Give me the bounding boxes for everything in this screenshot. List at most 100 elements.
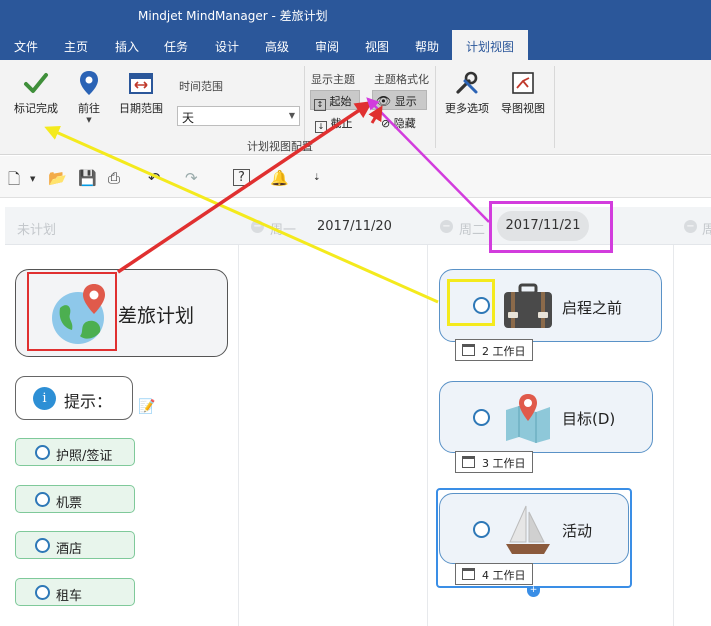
list-item[interactable]: 机票 <box>15 485 135 513</box>
tab-insert[interactable]: 插入 <box>115 38 139 55</box>
tools-icon <box>456 71 478 94</box>
task-label: 目标(D) <box>562 410 616 428</box>
task-topic[interactable]: 目标(D) <box>439 381 653 453</box>
bell-icon[interactable]: 🔔 <box>270 169 289 187</box>
save-icon[interactable]: 💾 <box>78 169 97 187</box>
hide-button[interactable]: ⊘ 隐藏 <box>378 113 428 133</box>
truncate-label: 截止 <box>330 117 353 130</box>
duration-label: 4 工作日 <box>482 569 526 582</box>
truncate-icon: ↓ <box>315 121 327 133</box>
tab-advanced[interactable]: 高级 <box>265 38 289 55</box>
tab-plan-view[interactable]: 计划视图 <box>452 30 529 60</box>
show-topics-label: 显示主题 <box>311 73 355 86</box>
go-to-label: 前往 <box>78 102 100 115</box>
tab-file[interactable]: 文件 <box>14 38 38 55</box>
tab-task[interactable]: 任务 <box>164 38 188 55</box>
start-button[interactable]: ↕ 起始 <box>310 90 360 111</box>
hint-topic[interactable]: i 提示： <box>15 376 133 420</box>
list-item[interactable]: 租车 <box>15 578 135 606</box>
tab-home[interactable]: 主页 <box>64 38 88 55</box>
print-icon[interactable]: ⎙ <box>108 169 120 187</box>
window-title: Mindjet MindManager - 差旅计划 <box>138 9 328 23</box>
tab-design[interactable]: 设计 <box>215 38 239 55</box>
monday-date: 2017/11/20 <box>317 219 392 234</box>
unplanned-column-header: 未计划 <box>17 223 57 238</box>
separator <box>304 66 305 148</box>
tab-help[interactable]: 帮助 <box>415 38 439 55</box>
calendar-icon <box>462 456 475 468</box>
date-range-icon <box>129 73 153 94</box>
list-item[interactable]: 护照/签证 <box>15 438 135 466</box>
chevron-down-icon: ▼ <box>288 111 295 120</box>
duration-label: 2 工作日 <box>482 345 526 358</box>
chevron-down-icon[interactable]: ▼ <box>30 175 35 183</box>
open-icon[interactable]: 📂 <box>48 169 67 187</box>
separator <box>554 66 555 148</box>
briefcase-icon <box>504 283 552 328</box>
start-icon: ↕ <box>314 99 326 111</box>
task-topic-selected[interactable]: 活动 <box>439 493 629 564</box>
go-to-button[interactable]: 前往 ▼ <box>70 70 108 124</box>
tab-view[interactable]: 视图 <box>365 38 389 55</box>
duration-badge: 3 工作日 <box>455 451 533 473</box>
calendar-icon <box>462 344 475 356</box>
column-divider <box>427 245 428 626</box>
checkmark-icon <box>24 73 48 93</box>
time-range-label: 时间范围 <box>179 80 223 93</box>
time-range-select[interactable]: 天 ▼ <box>177 106 300 126</box>
chevron-down-icon: ▼ <box>86 116 92 124</box>
duration-label: 3 工作日 <box>482 457 526 470</box>
mark-complete-button[interactable]: 标记完成 <box>10 70 62 116</box>
annotation-red-box <box>27 272 117 351</box>
tab-review[interactable]: 审阅 <box>315 38 339 55</box>
sailboat-icon <box>506 505 550 554</box>
info-icon: i <box>33 387 56 410</box>
show-label: 显示 <box>394 95 417 108</box>
hide-icon: ⊘ <box>381 117 391 130</box>
collapse-icon[interactable]: − <box>440 220 453 233</box>
time-range-value: 天 <box>182 111 195 125</box>
title-bar: Mindjet MindManager - 差旅计划 <box>0 0 711 30</box>
list-item[interactable]: 酒店 <box>15 531 135 559</box>
truncate-button[interactable]: ↓ 截止 <box>312 113 362 133</box>
duration-badge: 4 工作日 <box>455 563 533 585</box>
task-checkbox[interactable] <box>35 445 50 460</box>
main-topic-label: 差旅计划 <box>118 305 195 327</box>
location-pin-icon <box>80 71 98 95</box>
annotation-magenta-box <box>489 201 613 253</box>
undo-icon[interactable]: ↶ <box>148 169 161 187</box>
ribbon: 标记完成 前往 ▼ 日期范围 时间范围 天 ▼ 显示主题 ↕ 起始 ↓ 截止 主… <box>0 60 711 155</box>
map-view-button[interactable]: 导图视图 <box>499 70 547 116</box>
annotation-yellow-box <box>447 279 495 326</box>
collapse-icon[interactable]: − <box>684 220 697 233</box>
more-options-label: 更多选项 <box>445 102 489 115</box>
show-button[interactable]: 👁 显示 <box>372 90 427 110</box>
column-divider <box>238 245 239 626</box>
more-options-button[interactable]: 更多选项 <box>443 70 491 116</box>
task-checkbox[interactable] <box>473 409 490 426</box>
task-checkbox[interactable] <box>35 492 50 507</box>
note-icon[interactable]: 📝 <box>138 399 155 415</box>
list-item-label: 机票 <box>56 496 83 511</box>
date-range-button[interactable]: 日期范围 <box>116 70 166 116</box>
task-label: 活动 <box>562 522 593 540</box>
hide-label: 隐藏 <box>393 117 416 130</box>
task-checkbox[interactable] <box>473 521 490 538</box>
list-item-label: 租车 <box>56 589 83 604</box>
ribbon-tabs: 文件 主页 插入 任务 设计 高级 审阅 视图 帮助 计划视图 <box>0 30 711 60</box>
list-item-label: 护照/签证 <box>56 449 113 464</box>
help-icon[interactable]: ? <box>233 169 250 186</box>
customize-icon[interactable]: ⇣ <box>313 173 321 183</box>
calendar-icon <box>462 568 475 580</box>
collapse-icon[interactable]: − <box>251 220 264 233</box>
duration-badge: 2 工作日 <box>455 339 533 361</box>
start-label: 起始 <box>329 95 352 108</box>
task-label: 启程之前 <box>562 299 623 317</box>
task-checkbox[interactable] <box>35 538 50 553</box>
map-view-label: 导图视图 <box>501 102 545 115</box>
mark-complete-label: 标记完成 <box>14 102 58 115</box>
new-icon[interactable]: 🗋 <box>8 169 20 194</box>
redo-icon[interactable]: ↷ <box>185 169 198 187</box>
column-divider <box>673 245 674 626</box>
task-checkbox[interactable] <box>35 585 50 600</box>
